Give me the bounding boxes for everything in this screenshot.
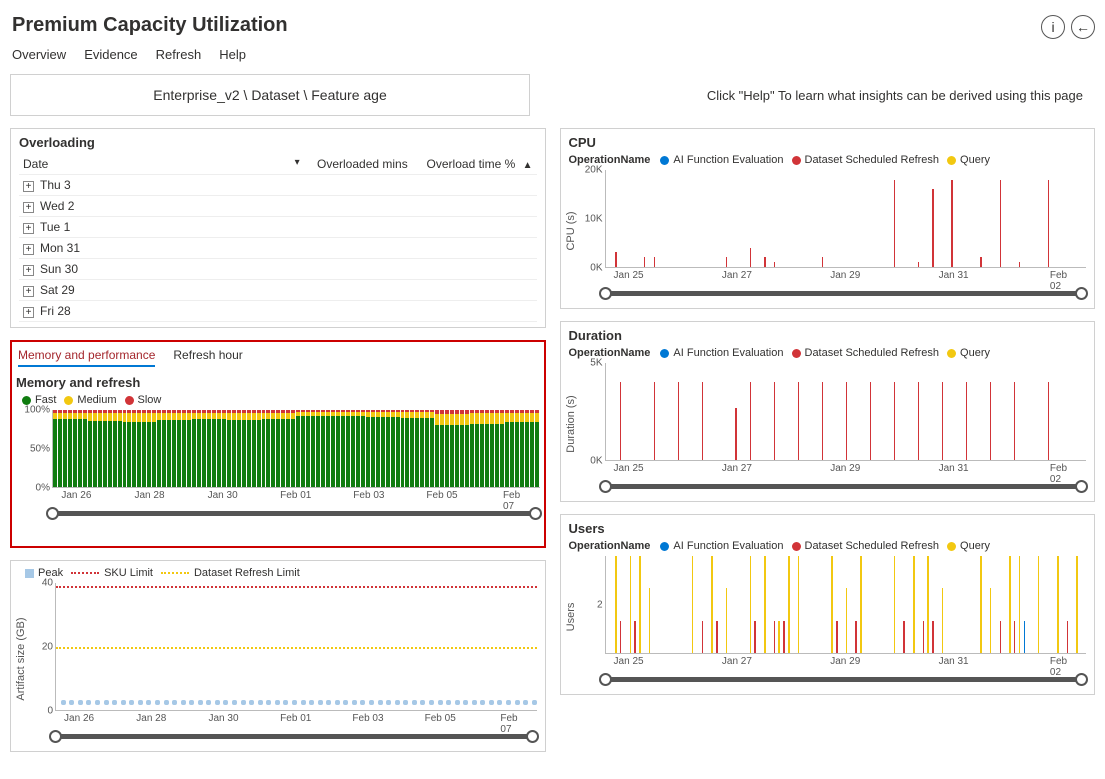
slider-handle-left[interactable]	[599, 673, 612, 686]
subtab-memory-perf[interactable]: Memory and performance	[18, 348, 155, 367]
table-row[interactable]: +Thu 3	[19, 175, 537, 196]
overloading-title: Overloading	[19, 135, 537, 150]
tab-help[interactable]: Help	[219, 47, 246, 62]
slider-handle-left[interactable]	[46, 507, 59, 520]
memory-refresh-title: Memory and refresh	[16, 375, 540, 390]
duration-chart: Duration (s) 0K5K Jan 25Jan 27Jan 29Jan …	[605, 363, 1087, 473]
slider-handle-right[interactable]	[529, 507, 542, 520]
expand-icon[interactable]: +	[23, 181, 34, 192]
artifact-size-card: Peak SKU Limit Dataset Refresh Limit Art…	[10, 560, 546, 752]
dot-icon	[792, 542, 801, 551]
dot-icon	[792, 156, 801, 165]
legend-query: Query	[960, 540, 990, 552]
back-icon[interactable]: ←	[1071, 15, 1095, 39]
expand-icon[interactable]: +	[23, 265, 34, 276]
dot-icon	[660, 156, 669, 165]
cpu-slider[interactable]	[605, 286, 1083, 300]
expand-icon[interactable]: +	[23, 307, 34, 318]
dot-icon	[792, 349, 801, 358]
overloading-card: Overloading Date ▾ Overloaded mins Overl…	[10, 128, 546, 328]
cpu-card: CPU OperationName AI Function Evaluation…	[560, 128, 1096, 309]
duration-card: Duration OperationName AI Function Evalu…	[560, 321, 1096, 502]
artifact-slider[interactable]	[55, 729, 533, 743]
users-title: Users	[569, 521, 1087, 536]
users-chart: Users 2 Jan 25Jan 27Jan 29Jan 31Feb 02	[605, 556, 1087, 666]
table-row[interactable]: +Sun 30	[19, 259, 537, 280]
expand-icon[interactable]: +	[23, 286, 34, 297]
legend-query: Query	[960, 347, 990, 359]
legend-dataset: Dataset Refresh Limit	[194, 567, 300, 579]
slider-handle-right[interactable]	[1075, 673, 1088, 686]
legend-sku: SKU Limit	[104, 567, 153, 579]
help-hint: Click "Help" To learn what insights can …	[707, 88, 1095, 103]
table-row[interactable]: +Tue 1	[19, 217, 537, 238]
artifact-size-chart: Artifact size (GB) 02040 Jan 26Jan 28Jan…	[55, 583, 537, 723]
legend-ai: AI Function Evaluation	[673, 154, 783, 166]
page-title: Premium Capacity Utilization	[10, 10, 288, 43]
info-icon[interactable]: i	[1041, 15, 1065, 39]
duration-slider[interactable]	[605, 479, 1083, 493]
expand-icon[interactable]: +	[23, 244, 34, 255]
legend-opname: OperationName	[569, 154, 651, 166]
table-row[interactable]: +Wed 2	[19, 196, 537, 217]
legend-refresh: Dataset Scheduled Refresh	[805, 154, 940, 166]
tab-evidence[interactable]: Evidence	[84, 47, 137, 62]
breadcrumb: Enterprise_v2 \ Dataset \ Feature age	[10, 74, 530, 116]
tab-refresh[interactable]: Refresh	[156, 47, 202, 62]
cpu-chart: CPU (s) 0K10K20K Jan 25Jan 27Jan 29Jan 3…	[605, 170, 1087, 280]
users-slider[interactable]	[605, 672, 1083, 686]
square-icon	[25, 569, 34, 578]
table-row[interactable]: +Sat 29	[19, 280, 537, 301]
dot-icon	[660, 542, 669, 551]
dot-icon	[947, 349, 956, 358]
legend-refresh: Dataset Scheduled Refresh	[805, 347, 940, 359]
cpu-title: CPU	[569, 135, 1087, 150]
subtab-refresh-hour[interactable]: Refresh hour	[173, 348, 242, 367]
legend-refresh: Dataset Scheduled Refresh	[805, 540, 940, 552]
slider-handle-left[interactable]	[49, 730, 62, 743]
slider-handle-right[interactable]	[526, 730, 539, 743]
table-row[interactable]: +Fri 28	[19, 301, 537, 322]
sort-asc-icon[interactable]: ▲	[523, 160, 533, 171]
legend-query: Query	[960, 154, 990, 166]
slider-handle-right[interactable]	[1075, 287, 1088, 300]
memory-refresh-slider[interactable]	[52, 506, 536, 520]
memory-performance-card: Memory and performance Refresh hour Memo…	[10, 340, 546, 548]
col-mins[interactable]: Overloaded mins	[304, 154, 412, 175]
dot-icon	[947, 156, 956, 165]
legend-opname: OperationName	[569, 347, 651, 359]
expand-icon[interactable]: +	[23, 202, 34, 213]
dot-icon	[22, 396, 31, 405]
memory-refresh-chart: 0%50%100% Jan 26Jan 28Jan 30Feb 01Feb 03…	[52, 410, 540, 500]
dashed-line-icon	[161, 572, 189, 575]
dot-icon	[660, 349, 669, 358]
table-row-total: Total	[19, 322, 537, 329]
table-row[interactable]: +Mon 31	[19, 238, 537, 259]
col-pct[interactable]: Overload time % ▲	[412, 154, 537, 175]
dot-icon	[947, 542, 956, 551]
dot-icon	[64, 396, 73, 405]
users-card: Users OperationName AI Function Evaluati…	[560, 514, 1096, 695]
overloading-table: Date ▾ Overloaded mins Overload time % ▲…	[19, 154, 537, 328]
dropdown-icon[interactable]: ▾	[295, 157, 300, 168]
legend-opname: OperationName	[569, 540, 651, 552]
page-tabs: Overview Evidence Refresh Help	[10, 43, 1095, 74]
dot-icon	[125, 396, 134, 405]
slider-handle-right[interactable]	[1075, 480, 1088, 493]
slider-handle-left[interactable]	[599, 287, 612, 300]
col-date[interactable]: Date ▾	[19, 154, 304, 175]
expand-icon[interactable]: +	[23, 223, 34, 234]
dashed-line-icon	[71, 572, 99, 575]
legend-slow: Slow	[138, 394, 162, 406]
tab-overview[interactable]: Overview	[12, 47, 66, 62]
legend-ai: AI Function Evaluation	[673, 347, 783, 359]
legend-ai: AI Function Evaluation	[673, 540, 783, 552]
legend-medium: Medium	[77, 394, 116, 406]
duration-title: Duration	[569, 328, 1087, 343]
slider-handle-left[interactable]	[599, 480, 612, 493]
